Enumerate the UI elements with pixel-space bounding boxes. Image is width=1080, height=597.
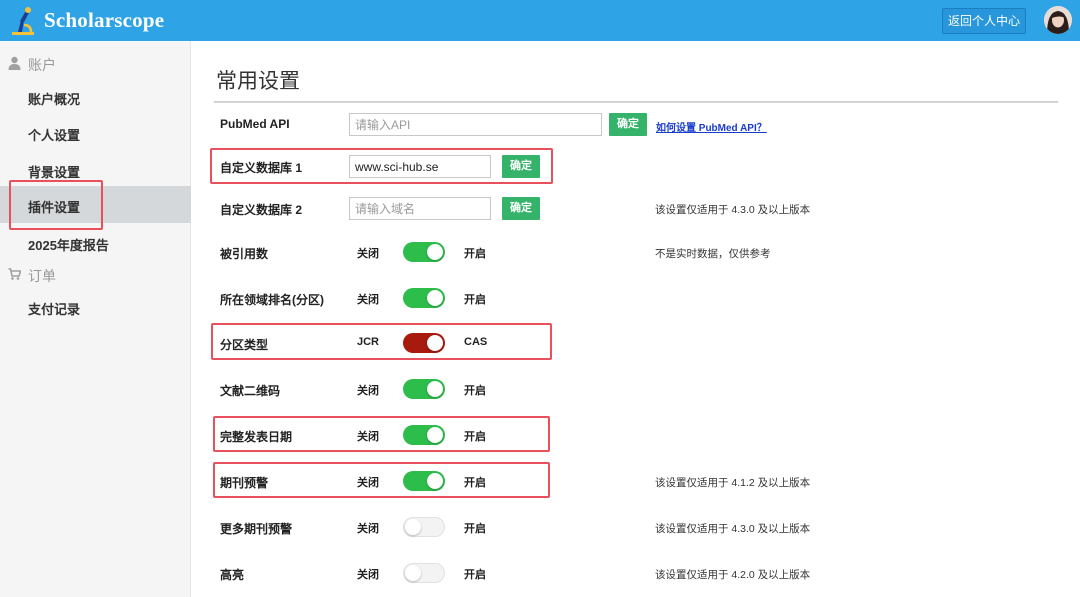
toggle-on-label: 开启 bbox=[464, 294, 486, 306]
sidebar-item-personal-settings[interactable]: 个人设置 bbox=[0, 114, 191, 151]
toggle-off-label: 关闭 bbox=[357, 569, 379, 581]
toggle-on-label: 开启 bbox=[464, 385, 486, 397]
toggle-label-partition-type: 分区类型 bbox=[220, 338, 269, 352]
cart-icon bbox=[8, 268, 21, 280]
field-rank-toggle[interactable] bbox=[403, 288, 445, 308]
sidebar-item-label: 账户概况 bbox=[28, 92, 81, 107]
sidebar-item-account-overview[interactable]: 账户概况 bbox=[0, 78, 191, 115]
journal-warning-note: 该设置仅适用于 4.1.2 及以上版本 bbox=[655, 477, 811, 489]
custom-db2-note: 该设置仅适用于 4.3.0 及以上版本 bbox=[655, 204, 811, 216]
toggle-cas-label: CAS bbox=[464, 336, 488, 348]
toggle-label-field-rank: 所在领域排名(分区) bbox=[220, 293, 324, 307]
toggle-label-more-journal-warning: 更多期刊预警 bbox=[220, 522, 293, 536]
sidebar-item-annual-report[interactable]: 2025年度报告 bbox=[0, 224, 191, 261]
highlight-note: 该设置仅适用于 4.2.0 及以上版本 bbox=[655, 569, 811, 581]
toggle-label-qrcode: 文献二维码 bbox=[220, 384, 281, 398]
avatar-image bbox=[1044, 6, 1072, 34]
citations-toggle[interactable] bbox=[403, 242, 445, 262]
toggle-label-highlight: 高亮 bbox=[220, 568, 245, 582]
citations-note: 不是实时数据，仅供参考 bbox=[655, 248, 771, 260]
sidebar-item-label: 个人设置 bbox=[28, 128, 81, 143]
toggle-on-label: 开启 bbox=[464, 523, 486, 535]
custom-db1-confirm-button[interactable]: 确定 bbox=[502, 155, 540, 178]
toggle-label-citations: 被引用数 bbox=[220, 247, 269, 261]
toggle-off-label: 关闭 bbox=[357, 385, 379, 397]
sidebar-section-account: 账户 bbox=[0, 52, 191, 78]
full-pubdate-toggle[interactable] bbox=[403, 425, 445, 445]
toggle-knob bbox=[427, 244, 443, 260]
toggle-label-journal-warning: 期刊预警 bbox=[220, 476, 269, 490]
qrcode-toggle[interactable] bbox=[403, 379, 445, 399]
sidebar-item-payment-records[interactable]: 支付记录 bbox=[0, 288, 191, 325]
journal-warning-toggle[interactable] bbox=[403, 471, 445, 491]
sidebar-section-orders: 订单 bbox=[0, 263, 191, 289]
sidebar-item-label: 支付记录 bbox=[28, 302, 81, 317]
toggle-knob bbox=[427, 335, 443, 351]
toggle-off-label: 关闭 bbox=[357, 477, 379, 489]
sidebar-item-label: 插件设置 bbox=[28, 200, 81, 215]
pubmed-api-input[interactable] bbox=[349, 113, 602, 136]
toggle-off-label: 关闭 bbox=[357, 431, 379, 443]
sidebar-item-label: 2025年度报告 bbox=[28, 238, 109, 253]
toggle-on-label: 开启 bbox=[464, 431, 486, 443]
top-bar: Scholarscope 返回个人中心 bbox=[0, 0, 1080, 41]
custom-db1-input[interactable] bbox=[349, 155, 491, 178]
sidebar-item-background-settings[interactable]: 背景设置 bbox=[0, 151, 191, 188]
custom-db2-confirm-button[interactable]: 确定 bbox=[502, 197, 540, 220]
toggle-knob bbox=[427, 290, 443, 306]
more-journal-warning-note: 该设置仅适用于 4.3.0 及以上版本 bbox=[655, 523, 811, 535]
more-journal-warning-toggle[interactable] bbox=[403, 517, 445, 537]
toggle-knob bbox=[405, 519, 421, 535]
avatar[interactable] bbox=[1044, 6, 1072, 34]
toggle-label-full-pubdate: 完整发表日期 bbox=[220, 430, 293, 444]
toggle-off-label: 关闭 bbox=[357, 294, 379, 306]
partition-type-toggle[interactable] bbox=[403, 333, 445, 353]
toggle-on-label: 开启 bbox=[464, 477, 486, 489]
custom-db2-input[interactable] bbox=[349, 197, 491, 220]
toggle-knob bbox=[427, 473, 443, 489]
brand-name[interactable]: Scholarscope bbox=[44, 8, 164, 33]
sidebar-section-title: 订单 bbox=[28, 268, 56, 284]
toggle-off-label: 关闭 bbox=[357, 523, 379, 535]
sidebar-section-title: 账户 bbox=[28, 57, 56, 73]
pubmed-api-label: PubMed API bbox=[220, 117, 290, 131]
toggle-knob bbox=[427, 381, 443, 397]
microscope-logo-icon[interactable] bbox=[8, 5, 38, 37]
toggle-on-label: 开启 bbox=[464, 569, 486, 581]
highlight-toggle[interactable] bbox=[403, 563, 445, 583]
pubmed-help-link[interactable]: 如何设置 PubMed API？ bbox=[656, 119, 767, 134]
toggle-on-label: 开启 bbox=[464, 248, 486, 260]
pubmed-confirm-button[interactable]: 确定 bbox=[609, 113, 647, 136]
custom-db1-label: 自定义数据库 1 bbox=[220, 161, 303, 175]
user-icon bbox=[8, 56, 21, 70]
sidebar: 账户 账户概况 个人设置 背景设置 插件设置 2025年度报告 订单 支付记录 bbox=[0, 41, 191, 597]
custom-db2-label: 自定义数据库 2 bbox=[220, 203, 303, 217]
title-divider bbox=[214, 101, 1058, 103]
sidebar-item-plugin-settings[interactable]: 插件设置 bbox=[0, 186, 191, 223]
sidebar-item-label: 背景设置 bbox=[28, 165, 81, 180]
toggle-off-label: 关闭 bbox=[357, 248, 379, 260]
toggle-knob bbox=[405, 565, 421, 581]
toggle-knob bbox=[427, 427, 443, 443]
toggle-jcr-label: JCR bbox=[357, 336, 380, 348]
user-center-button[interactable]: 返回个人中心 bbox=[942, 8, 1026, 34]
page-title: 常用设置 bbox=[216, 70, 300, 93]
